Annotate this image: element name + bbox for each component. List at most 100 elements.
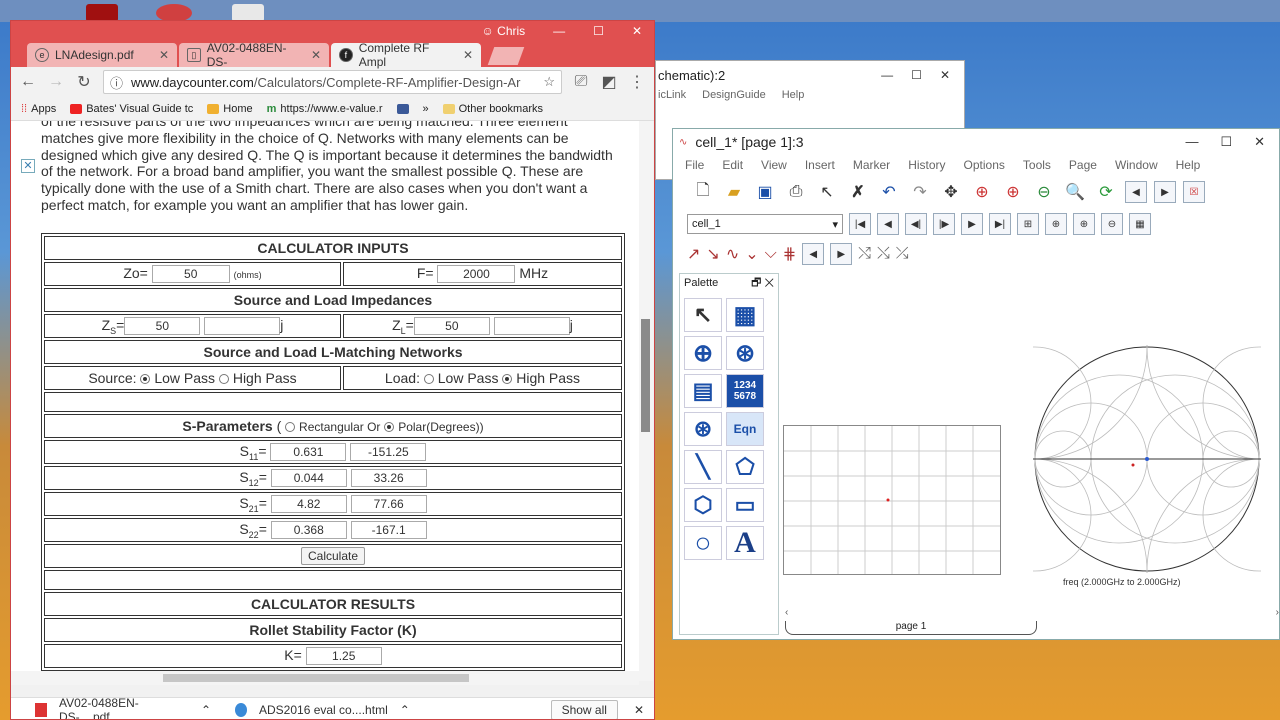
profile-button[interactable]: ☺ Chris xyxy=(482,24,526,38)
bookmark-facebook[interactable] xyxy=(396,103,409,114)
numbers-icon[interactable]: 1234 5678 xyxy=(726,374,764,408)
menu-dots-icon[interactable]: ⋮ xyxy=(628,72,646,92)
marker-icon[interactable]: ⤭ xyxy=(858,245,871,263)
reload-icon[interactable]: ↻ xyxy=(75,72,93,92)
polyline-icon[interactable]: ⬡ xyxy=(684,488,722,522)
magnifier-icon[interactable]: 🔍 xyxy=(1063,180,1087,204)
menu-help[interactable]: Help xyxy=(1176,158,1201,172)
smith-chart[interactable] xyxy=(1033,345,1261,573)
marker-icon[interactable]: ⤯ xyxy=(877,245,890,263)
list-icon[interactable]: ▤ xyxy=(684,374,722,408)
menu-item[interactable]: Help xyxy=(782,89,805,107)
frequency-input[interactable]: 2000 xyxy=(437,265,516,284)
load-highpass-radio[interactable] xyxy=(502,374,513,385)
source-highpass-radio[interactable] xyxy=(218,374,229,385)
forward-arrow-icon[interactable]: → xyxy=(47,73,65,91)
grid-icon[interactable]: ▦ xyxy=(1129,213,1151,235)
download-item[interactable]: ADS2016 eval co....html ⌃ xyxy=(211,702,411,717)
menu-view[interactable]: View xyxy=(761,158,787,172)
page-tab[interactable]: page 1 xyxy=(785,621,1037,635)
table-grid-icon[interactable]: ▦ xyxy=(726,298,764,332)
rectangular-radio[interactable] xyxy=(285,422,296,433)
undo-icon[interactable]: ↶ xyxy=(877,180,901,204)
rectangular-plot[interactable] xyxy=(783,425,1001,575)
s22-mag-input[interactable]: 0.368 xyxy=(270,520,347,539)
zoom-area-icon[interactable]: ⊕ xyxy=(970,180,994,204)
marker-icon[interactable]: ⤰ xyxy=(896,245,909,263)
show-all-button[interactable]: Show all xyxy=(550,699,618,719)
maximize-icon[interactable]: ☐ xyxy=(911,68,922,82)
print-icon[interactable]: ⎙ xyxy=(784,180,808,204)
first-page-icon[interactable]: |◀ xyxy=(849,213,871,235)
circle-icon[interactable]: ○ xyxy=(684,526,722,560)
s22-angle-input[interactable]: -167.1 xyxy=(350,520,427,539)
marker-icon[interactable]: ⌄ xyxy=(745,244,758,264)
cast-icon[interactable]: ⎚ xyxy=(572,73,590,91)
save-icon[interactable]: ▣ xyxy=(753,180,777,204)
chevron-up-icon[interactable]: ⌃ xyxy=(400,703,410,717)
extension-icon[interactable]: ◩ xyxy=(600,72,618,92)
scroll-left-icon[interactable]: ‹ xyxy=(785,607,788,619)
minimize-icon[interactable]: — xyxy=(553,24,565,38)
more-bookmarks-icon[interactable]: » xyxy=(423,103,429,115)
next-marker-icon[interactable]: ▶ xyxy=(830,243,853,265)
menu-insert[interactable]: Insert xyxy=(805,158,835,172)
ad-close-icon[interactable]: ✕ xyxy=(21,159,35,173)
close-icon[interactable]: ✕ xyxy=(634,703,644,717)
calculate-button[interactable]: Calculate xyxy=(300,547,366,565)
bookmark-other[interactable]: Other bookmarks xyxy=(442,103,543,115)
s11-angle-input[interactable]: -151.25 xyxy=(350,442,427,461)
zs-imag-input[interactable] xyxy=(204,316,281,335)
download-item[interactable]: AV02-0488EN-DS-....pdf ⌃ xyxy=(11,696,211,719)
marker-icon[interactable]: ⌵ xyxy=(765,245,777,263)
polar-icon[interactable]: ⊕ xyxy=(684,336,722,370)
prev-marker-icon[interactable]: ◀ xyxy=(802,243,825,265)
zoom-minus-icon[interactable]: ⊖ xyxy=(1101,213,1123,235)
tab-lnadesign[interactable]: e LNAdesign.pdf ✕ xyxy=(27,43,177,67)
zoom-out-icon[interactable]: ⊖ xyxy=(1032,180,1056,204)
smith-icon[interactable]: ⊛ xyxy=(726,336,764,370)
rectangle-icon[interactable]: ▭ xyxy=(726,488,764,522)
pointer-icon[interactable]: ↖ xyxy=(684,298,722,332)
next-icon[interactable]: ▶ xyxy=(1154,181,1176,203)
maximize-icon[interactable]: ☐ xyxy=(1220,134,1232,150)
delete-icon[interactable]: ✗ xyxy=(846,180,870,204)
cell-select[interactable]: cell_1 ▾ xyxy=(687,214,843,234)
close-icon[interactable]: ✕ xyxy=(632,24,642,38)
zl-imag-input[interactable] xyxy=(493,316,570,335)
maximize-icon[interactable]: ☐ xyxy=(593,24,604,38)
text-icon[interactable]: A xyxy=(726,526,764,560)
s12-angle-input[interactable]: 33.26 xyxy=(350,468,427,487)
menu-marker[interactable]: Marker xyxy=(853,158,890,172)
bookmark-home[interactable]: Home xyxy=(207,103,253,115)
prev-icon[interactable]: ◀ xyxy=(1125,181,1147,203)
refresh-icon[interactable]: ⟳ xyxy=(1094,180,1118,204)
marker-icon[interactable]: ↗ xyxy=(687,244,700,264)
menu-options[interactable]: Options xyxy=(964,158,1005,172)
last-page-icon[interactable]: ▶| xyxy=(989,213,1011,235)
s11-mag-input[interactable]: 0.631 xyxy=(270,442,347,461)
back-arrow-icon[interactable]: ← xyxy=(19,73,37,91)
zl-real-input[interactable]: 50 xyxy=(413,316,490,335)
tab-rf-amplifier[interactable]: f Complete RF Ampl ✕ xyxy=(331,41,481,69)
load-lowpass-radio[interactable] xyxy=(423,374,434,385)
tab-av02-datasheet[interactable]: ▯ AV02-0488EN-DS- ✕ xyxy=(179,41,329,69)
s12-mag-input[interactable]: 0.044 xyxy=(270,468,347,487)
equation-icon[interactable]: Eqn xyxy=(726,412,764,446)
hscroll-thumb[interactable] xyxy=(163,674,469,682)
close-tab-icon[interactable]: ✕ xyxy=(463,48,473,62)
minimize-icon[interactable]: — xyxy=(881,68,893,82)
s21-mag-input[interactable]: 4.82 xyxy=(270,494,347,513)
address-bar[interactable]: ⓘ www.daycounter.com/Calculators/Complet… xyxy=(103,70,562,94)
bookmark-bates[interactable]: Bates' Visual Guide tc xyxy=(70,103,193,115)
menu-edit[interactable]: Edit xyxy=(722,158,743,172)
redo-icon[interactable]: ↷ xyxy=(908,180,932,204)
close-tab-icon[interactable]: ✕ xyxy=(159,48,169,62)
menu-page[interactable]: Page xyxy=(1069,158,1097,172)
source-lowpass-radio[interactable] xyxy=(140,374,151,385)
fit-icon[interactable]: ⊞ xyxy=(1017,213,1039,235)
menu-item[interactable]: DesignGuide xyxy=(702,89,766,107)
line-icon[interactable]: ╲ xyxy=(684,450,722,484)
polygon-icon[interactable]: ⬠ xyxy=(726,450,764,484)
polar-radio[interactable] xyxy=(384,422,395,433)
